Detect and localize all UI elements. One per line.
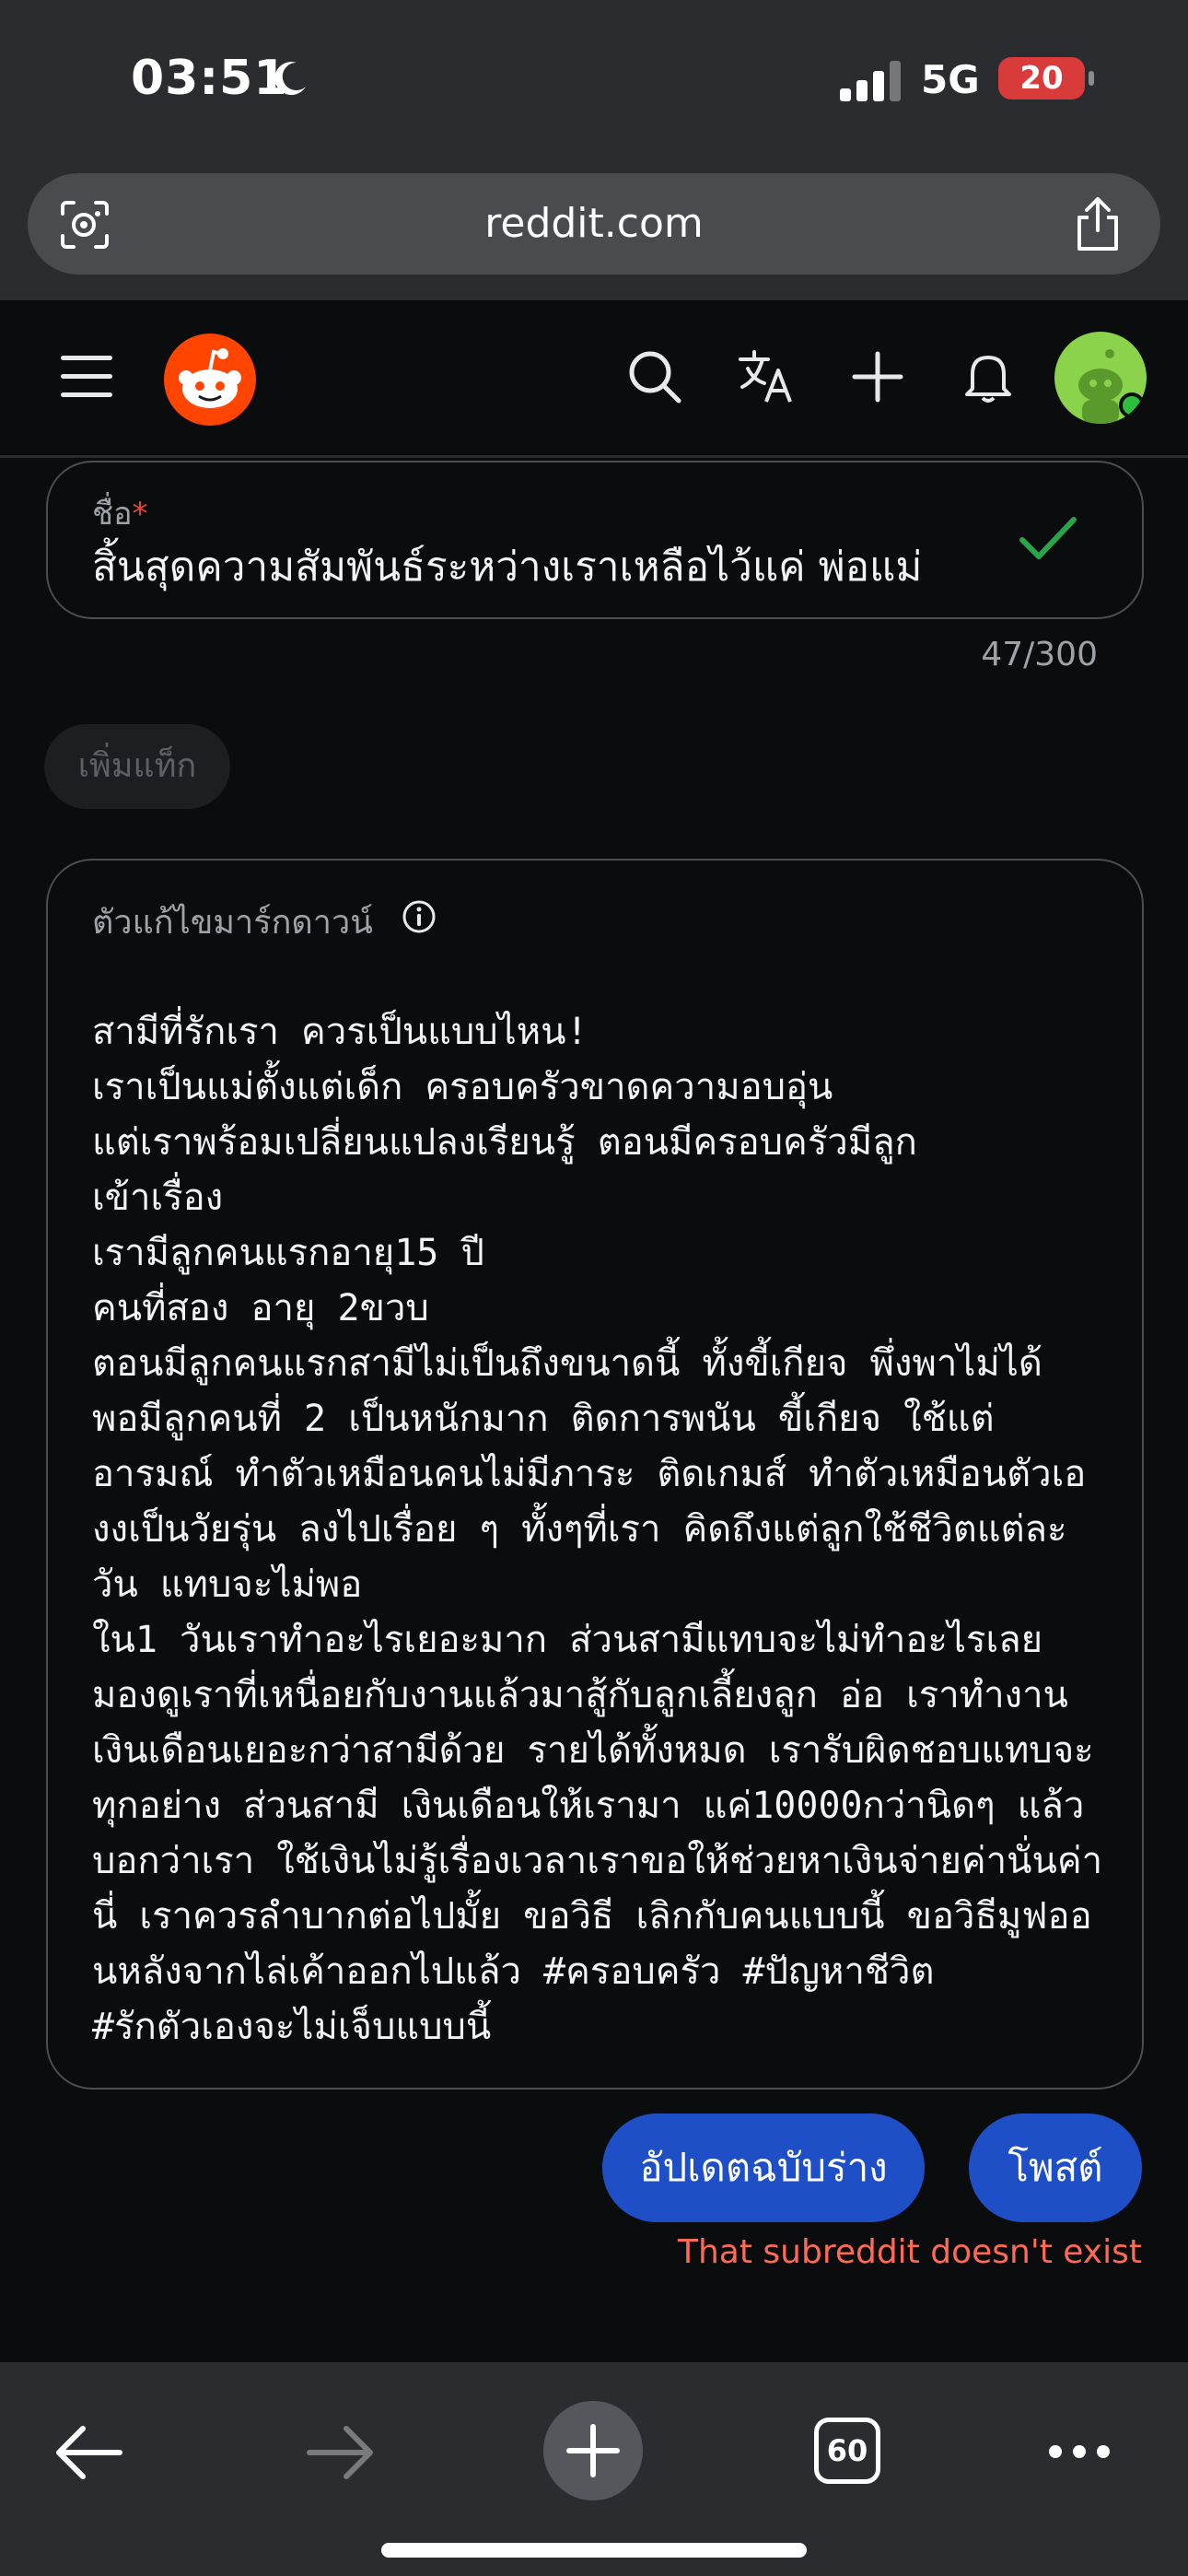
editor-line: เงินเดือนเยอะกว่าสามีด้วย รายได้ทั้งหมด … [92, 1729, 1094, 1772]
editor-line: เราเป็นแม่ตั้งแต่เด็ก ครอบครัวขาดความอบอ… [92, 1066, 833, 1108]
home-indicator [381, 2543, 807, 2558]
update-draft-button[interactable]: อัปเดตฉบับร่าง [602, 2113, 925, 2222]
info-icon[interactable] [402, 899, 437, 934]
editor-line: มองดูเราที่เหนื่อยกับงานแล้วมาสู้กับลูกเ… [92, 1674, 1068, 1716]
check-icon [1019, 517, 1077, 559]
editor-line: เข้าเรื่อง [92, 1177, 224, 1219]
required-marker: * [132, 496, 148, 533]
status-time: 03:51 [131, 51, 288, 106]
address-bar[interactable]: reddit.com [28, 173, 1160, 275]
url-text: reddit.com [484, 200, 704, 247]
editor-line: เรามีลูกคนแรกอายุ15 ปี [92, 1232, 484, 1274]
editor-line: วัน แทบจะไม่พอ [92, 1563, 363, 1606]
add-tag-button[interactable]: เพิ่มแท็ก [44, 724, 230, 809]
title-char-counter: 47/300 [981, 636, 1098, 673]
battery-level: 20 [1019, 60, 1064, 97]
search-icon[interactable] [626, 348, 683, 405]
editor-line: บอกว่าเรา ใช้เงินไม่รู้เรื่องเวลาเราขอให… [92, 1840, 1103, 1882]
editor-line: ตอนมีลูกคนแรกสามีไม่เป็นถึงขนาดนี้ ทั้งข… [92, 1342, 1042, 1385]
editor-line: อารมณ์ ทำตัวเหมือนคนไม่มีภาระ ติดเกมส์ ท… [92, 1453, 1087, 1495]
battery-indicator: 20 [998, 57, 1094, 100]
reddit-header [0, 300, 1188, 458]
editor-label: ตัวแก้ไขมาร์กดาวน์ [92, 904, 373, 942]
editor-line: นี่ เราควรลำบากต่อไปมั้ย ขอวิธี เลิกกับค… [92, 1895, 1092, 1938]
back-icon[interactable] [53, 2423, 123, 2482]
title-value[interactable]: สิ้นสุดความสัมพันธ์ระหว่างเราเหลือไว้แค่… [92, 534, 922, 599]
avatar[interactable] [1054, 332, 1147, 424]
plus-icon[interactable] [849, 348, 906, 405]
reddit-logo[interactable] [164, 334, 256, 426]
new-tab-icon [566, 2424, 620, 2477]
editor-body[interactable]: สามีที่รักเรา ควรเป็นแบบไหน! เราเป็นแม่ตั… [92, 1004, 1114, 2055]
editor-line: พอมีลูกคนที่ 2 เป็นหนักมาก ติดการพนัน ขี… [92, 1398, 995, 1440]
tabs-button[interactable]: 60 [814, 2418, 880, 2484]
moon-icon [274, 62, 306, 96]
bell-icon[interactable] [960, 348, 1017, 405]
translate-icon[interactable] [737, 348, 794, 405]
editor-line: งงเป็นวัยรุ่น ลงไปเรื่อย ๆ ทั้งๆที่เรา ค… [92, 1508, 1067, 1551]
menu-icon[interactable] [61, 356, 112, 398]
signal-icon [840, 61, 901, 101]
top-chrome: 03:51 5G 20 reddit.com [0, 0, 1188, 300]
editor-line: ใน1 วันเราทำอะไรเยอะมาก ส่วนสามีแทบจะไม่… [92, 1619, 1043, 1661]
post-button[interactable]: โพสต์ [969, 2113, 1142, 2222]
editor-line: #รักตัวเองจะไม่เจ็บแบบนี้ [92, 2006, 492, 2048]
editor-line: ทุกอย่าง ส่วนสามี เงินเดือนให้เรามา แค่1… [92, 1785, 1085, 1827]
editor-line: แต่เราพร้อมเปลี่ยนแปลงเรียนรู้ ตอนมีครอบ… [92, 1121, 917, 1164]
editor-line: นหลังจากไล่เค้าออกไปแล้ว #ครอบครัว #ปัญห… [92, 1950, 935, 1993]
network-type: 5G [921, 57, 980, 102]
title-field[interactable]: ชื่อ* สิ้นสุดความสัมพันธ์ระหว่างเราเหลือ… [46, 461, 1144, 619]
new-tab-button[interactable] [543, 2401, 643, 2500]
editor-line: คนที่สอง อายุ 2ขวบ [92, 1287, 429, 1329]
share-icon[interactable] [1072, 195, 1124, 252]
editor-line: สามีที่รักเรา ควรเป็นแบบไหน! [92, 1011, 588, 1053]
error-message: That subreddit doesn't exist [677, 2233, 1142, 2271]
more-icon[interactable] [1046, 2441, 1112, 2462]
title-label: ชื่อ* [92, 496, 148, 533]
markdown-editor[interactable]: ตัวแก้ไขมาร์กดาวน์ สามีที่รักเรา ควรเป็น… [46, 859, 1144, 2090]
forward-icon[interactable] [306, 2423, 376, 2482]
